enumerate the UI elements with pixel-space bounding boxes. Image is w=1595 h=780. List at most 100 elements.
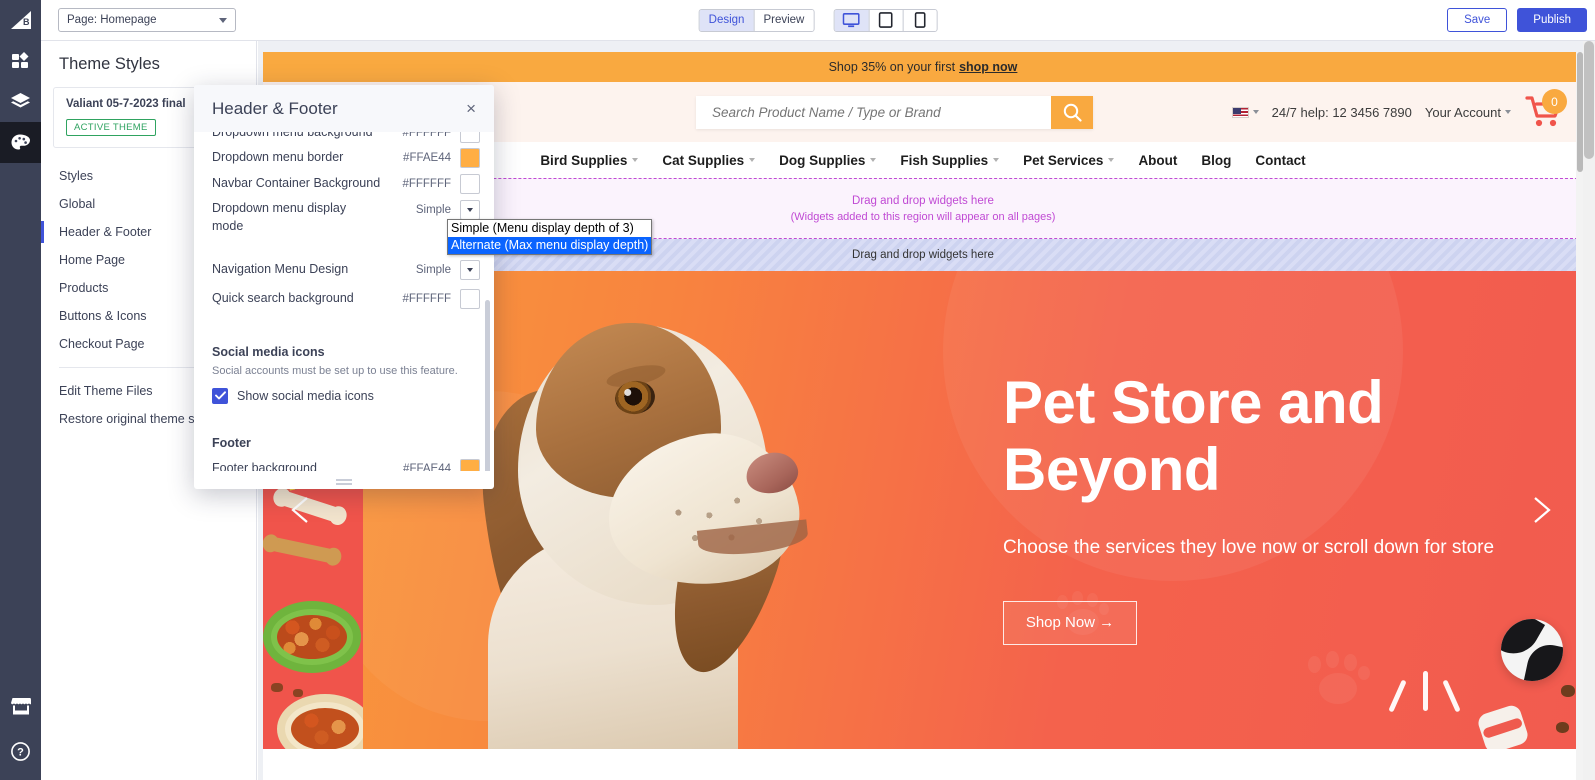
setting-label: Navigation Menu Design xyxy=(212,261,349,276)
tab-preview[interactable]: Preview xyxy=(753,9,814,31)
promo-text: Shop 35% on your first xyxy=(828,60,956,74)
scrollbar-thumb[interactable] xyxy=(1584,41,1594,159)
color-swatch[interactable] xyxy=(460,148,480,168)
dropzone-secondary-text: (Widgets added to this region will appea… xyxy=(790,210,1056,223)
hero-text-block: Pet Store and Beyond Choose the services… xyxy=(1003,369,1523,645)
dropzone-primary-text: Drag and drop widgets here xyxy=(852,194,994,207)
svg-text:B: B xyxy=(23,17,30,27)
checkbox-label: Show social media icons xyxy=(237,388,374,403)
nav-label: Dog Supplies xyxy=(779,152,866,168)
setting-row-quick-search-background: Quick search background #FFFFFF xyxy=(212,286,480,312)
cart-button[interactable]: 0 xyxy=(1524,89,1567,132)
nav-bird-supplies[interactable]: Bird Supplies xyxy=(540,152,639,168)
setting-value: #FFFFFF xyxy=(402,292,451,305)
header-utility-group: 24/7 help: 12 3456 7890 Your Account 0 xyxy=(1231,89,1567,132)
help-icon[interactable]: ? xyxy=(0,731,41,772)
modal-resize-handle[interactable] xyxy=(194,471,494,489)
nav-label: Pet Services xyxy=(1023,152,1104,168)
setting-control: #FFFFFF xyxy=(402,174,480,194)
show-social-media-icons-checkbox[interactable] xyxy=(212,387,228,404)
mobile-icon[interactable] xyxy=(902,9,937,31)
kibble-crumb xyxy=(1561,685,1575,697)
nav-label: Bird Supplies xyxy=(540,152,628,168)
tab-design[interactable]: Design xyxy=(699,9,754,31)
setting-row-dropdown-menu-display-mode: Dropdown menu display mode Simple xyxy=(212,197,480,239)
search-icon[interactable] xyxy=(1051,95,1093,129)
carousel-next-button[interactable] xyxy=(1523,493,1557,527)
page-selector-label: Page: Homepage xyxy=(67,14,157,26)
left-icon-rail: B ? xyxy=(0,0,41,780)
setting-value: #FFFFFF xyxy=(402,178,451,190)
modal-title: Header & Footer xyxy=(212,98,338,118)
nav-label: Cat Supplies xyxy=(662,152,745,168)
tablet-icon[interactable] xyxy=(868,9,903,31)
nav-about[interactable]: About xyxy=(1138,153,1177,168)
page-scrollbar[interactable] xyxy=(1583,41,1595,780)
setting-value: #FFAE44 xyxy=(403,152,451,164)
paw-print-icon xyxy=(1303,651,1375,723)
nav-contact[interactable]: Contact xyxy=(1255,153,1305,168)
promo-link[interactable]: shop now xyxy=(959,60,1017,74)
carousel-prev-button[interactable] xyxy=(285,493,319,527)
chevron-down-icon xyxy=(1108,158,1115,162)
chevron-down-icon xyxy=(219,17,227,23)
setting-label: Footer background xyxy=(212,460,317,471)
dropzone-primary-text: Drag and drop widgets here xyxy=(852,249,994,261)
setting-row-navigation-menu-design: Navigation Menu Design Simple xyxy=(212,257,480,283)
widgets-icon[interactable] xyxy=(0,40,41,81)
top-toolbar: Page: Homepage Design Preview Save Publi… xyxy=(41,0,1595,41)
chevron-down-icon xyxy=(1505,110,1511,114)
setting-value: #FFAE44 xyxy=(403,462,451,472)
page-title: Theme Styles xyxy=(59,55,160,73)
desktop-icon[interactable] xyxy=(834,9,869,31)
bone-treat xyxy=(268,536,336,564)
toolbar-center-group: Design Preview xyxy=(698,8,938,32)
rolled-treat xyxy=(1475,703,1531,749)
nav-pet-services[interactable]: Pet Services xyxy=(1023,152,1115,168)
nav-blog[interactable]: Blog xyxy=(1201,153,1231,168)
promo-banner: Shop 35% on your first shop now xyxy=(263,52,1583,82)
setting-value: Simple xyxy=(415,263,451,276)
nav-label: Fish Supplies xyxy=(900,152,989,168)
publish-button[interactable]: Publish xyxy=(1517,8,1587,32)
section-heading-social: Social media icons xyxy=(212,344,325,359)
option-simple[interactable]: Simple (Menu display depth of 3) xyxy=(448,220,651,237)
chevron-down-icon xyxy=(467,208,473,212)
storefront-icon[interactable] xyxy=(0,686,41,727)
nav-cat-supplies[interactable]: Cat Supplies xyxy=(662,152,756,168)
nav-dog-supplies[interactable]: Dog Supplies xyxy=(779,152,877,168)
setting-row-footer-background: Footer background #FFAE44 xyxy=(212,456,480,472)
device-toggle-group xyxy=(833,8,938,32)
color-swatch[interactable] xyxy=(460,288,480,309)
close-icon[interactable]: × xyxy=(466,100,476,117)
layers-icon[interactable] xyxy=(0,81,41,122)
dropdown-menu-display-mode-select[interactable] xyxy=(460,200,480,220)
shop-now-button[interactable]: Shop Now → xyxy=(1003,600,1137,645)
us-flag-icon xyxy=(1231,106,1249,118)
mode-toggle-group: Design Preview xyxy=(698,8,815,32)
option-alternate[interactable]: Alternate (Max menu display depth) xyxy=(448,237,652,254)
modal-scrollbar-thumb[interactable] xyxy=(485,300,490,471)
setting-value: #FFFFFF xyxy=(402,132,451,139)
save-button[interactable]: Save xyxy=(1447,8,1508,32)
navigation-menu-design-select[interactable] xyxy=(460,259,480,280)
toolbar-right-group: Save Publish xyxy=(1447,8,1587,32)
currency-selector[interactable] xyxy=(1231,106,1259,118)
color-swatch[interactable] xyxy=(460,132,480,143)
kibble-crumb xyxy=(271,683,283,692)
setting-control: #FFFFFF xyxy=(402,288,480,309)
chevron-down-icon xyxy=(749,158,756,162)
setting-control: #FFAE44 xyxy=(403,458,480,472)
page-selector-dropdown[interactable]: Page: Homepage xyxy=(58,8,236,32)
modal-body: Dropdown menu background #FFFFFF Dropdow… xyxy=(194,132,494,471)
palette-icon[interactable] xyxy=(0,122,41,163)
hero-title: Pet Store and Beyond xyxy=(1003,369,1384,504)
nav-fish-supplies[interactable]: Fish Supplies xyxy=(900,152,1000,168)
color-swatch[interactable] xyxy=(460,458,480,471)
setting-control: #FFFFFF xyxy=(402,132,480,143)
search-input[interactable] xyxy=(696,95,1051,129)
bigcommerce-logo-icon[interactable]: B xyxy=(0,0,41,40)
setting-label: Dropdown menu border xyxy=(212,150,344,165)
account-link[interactable]: Your Account xyxy=(1425,105,1501,120)
color-swatch[interactable] xyxy=(460,174,480,194)
